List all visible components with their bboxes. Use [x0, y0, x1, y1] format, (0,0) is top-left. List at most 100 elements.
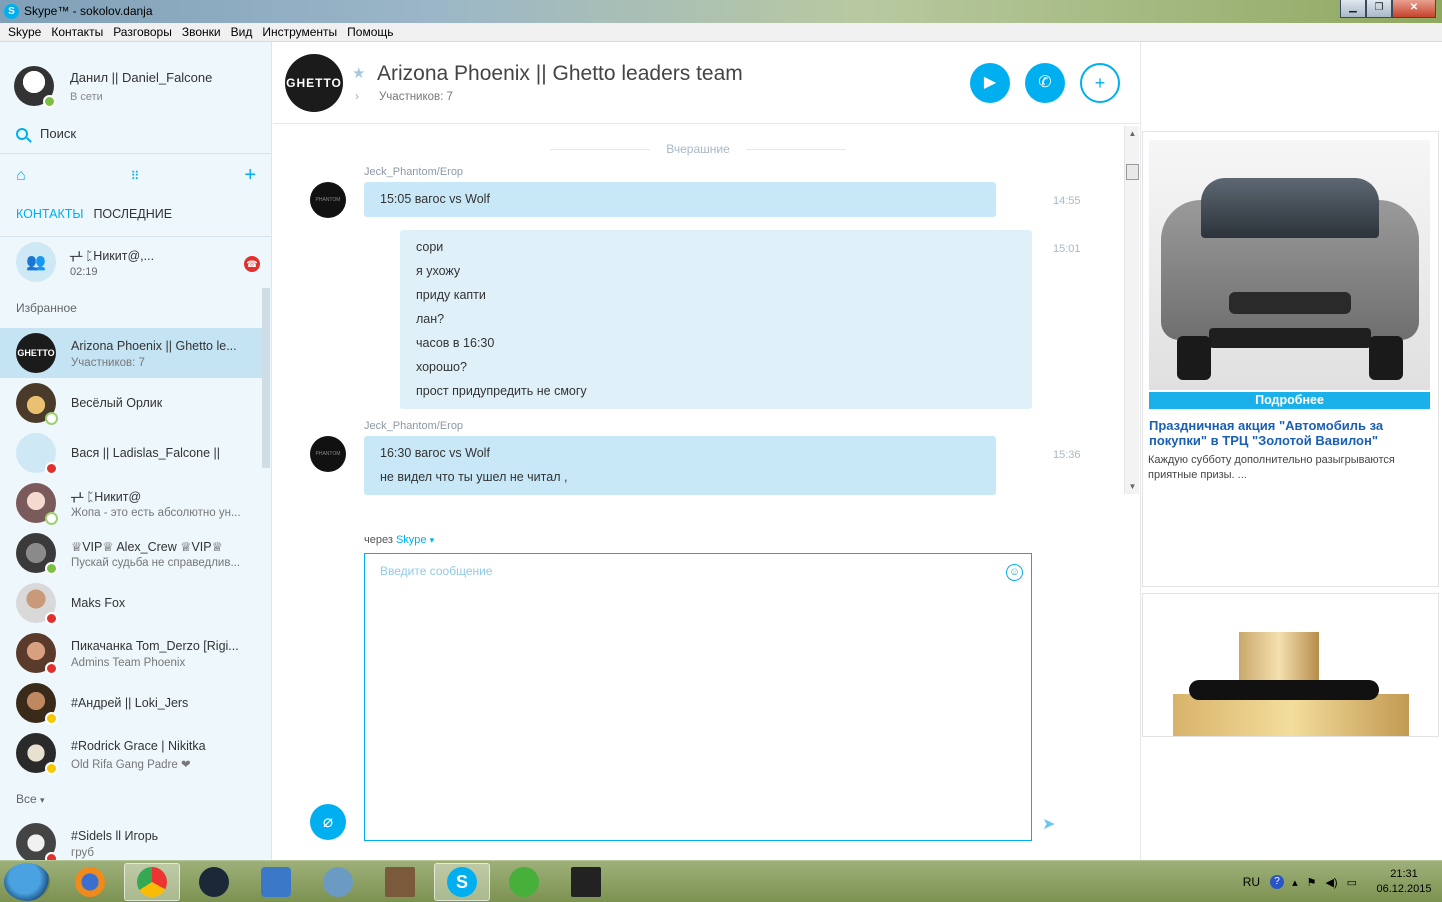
favorites-label: Избранное — [16, 301, 77, 315]
dolphin-taskbar-button[interactable] — [310, 863, 366, 901]
via-selector[interactable]: через Skype ▾ — [364, 534, 434, 546]
utorrent-icon — [509, 867, 539, 897]
scroll-thumb[interactable] — [1126, 164, 1139, 180]
contact-item[interactable]: #Rodrick Grace | Nikitka Old Rifa Gang P… — [0, 728, 262, 778]
skype-window: Данил || Daniel_Falcone В сети Поиск ⌂ ⠿… — [0, 42, 1442, 860]
skype-taskbar-button[interactable]: S — [434, 863, 490, 901]
contact-avatar — [16, 483, 58, 525]
attach-file-button[interactable]: ⌀ — [310, 804, 346, 840]
utorrent-taskbar-button[interactable] — [496, 863, 552, 901]
ad-panel: Подробнее Праздничная акция "Автомобиль … — [1140, 42, 1442, 860]
contact-item[interactable]: Вася || Ladislas_Falcone || — [0, 428, 262, 478]
sender-avatar[interactable]: PHANTOM — [310, 436, 346, 472]
participants-count[interactable]: Участников: 7 — [379, 91, 453, 103]
dialpad-icon[interactable]: ⠿ — [131, 169, 140, 183]
home-icon[interactable]: ⌂ — [16, 167, 26, 185]
menu-calls[interactable]: Звонки — [178, 23, 225, 41]
minimize-button[interactable]: ▁ — [1340, 0, 1366, 18]
steam-taskbar-button[interactable] — [186, 863, 242, 901]
chevron-down-icon: ▾ — [429, 535, 435, 545]
my-profile[interactable]: Данил || Daniel_Falcone В сети — [14, 66, 212, 108]
contact-item[interactable]: Maks Fox — [0, 578, 262, 628]
sender-avatar[interactable]: PHANTOM — [310, 182, 346, 218]
firefox-taskbar-button[interactable] — [62, 863, 118, 901]
recent-call-duration: 02:19 — [70, 266, 98, 278]
online-status-icon — [45, 562, 58, 575]
contact-subtitle: Пускай судьба не справедлив... — [71, 557, 241, 569]
recent-call-item[interactable]: 👥 ᚁᚆ ᛈНикит@,... 02:19 ☎ — [16, 242, 260, 286]
online-status-icon — [43, 95, 56, 108]
help-icon[interactable]: ? — [1270, 875, 1285, 889]
add-icon[interactable]: + — [244, 164, 256, 187]
title-bar: S Skype™ - sokolov.danja ▁ ❐ ✕ — [0, 0, 1442, 23]
conversation-scrollbar[interactable]: ▲ ▼ — [1124, 126, 1139, 494]
video-call-button[interactable]: ▶ — [970, 63, 1010, 103]
scroll-down-icon[interactable]: ▼ — [1125, 479, 1140, 494]
game-taskbar-button[interactable] — [372, 863, 428, 901]
cs-taskbar-button[interactable] — [558, 863, 614, 901]
ad-title-link[interactable]: Праздничная акция "Автомобиль за покупки… — [1149, 418, 1429, 448]
perfume-ad[interactable] — [1142, 593, 1439, 737]
away-status-icon — [45, 712, 58, 725]
scroll-up-icon[interactable]: ▲ — [1125, 126, 1140, 141]
clock[interactable]: 21:31 06.12.2015 — [1374, 867, 1434, 897]
hangup-icon[interactable]: ☎ — [244, 256, 260, 272]
menu-contacts[interactable]: Контакты — [47, 23, 107, 41]
network-icon[interactable]: ▭ — [1347, 876, 1357, 889]
sidebar-scrollbar[interactable] — [262, 288, 270, 468]
chevron-down-icon: ▾ — [40, 795, 45, 805]
emoticon-icon[interactable]: ☺ — [1006, 564, 1023, 581]
send-icon[interactable]: ➤ — [1042, 814, 1055, 834]
contact-item[interactable]: ᚁᚆ ᛈНикит@ Жопа - это есть абсолютно ун.… — [0, 478, 262, 528]
contact-item[interactable]: #Sidels ll Игорь груб — [0, 818, 262, 860]
volume-icon[interactable]: ◀) — [1325, 876, 1337, 889]
counter-strike-icon — [571, 867, 601, 897]
contact-avatar — [16, 583, 58, 625]
tray-expand-icon[interactable]: ▴ — [1292, 876, 1298, 889]
voice-call-button[interactable]: ✆ — [1025, 63, 1065, 103]
message-text: прост придупредить не смогу — [416, 384, 587, 398]
shield-taskbar-button[interactable] — [248, 863, 304, 901]
maximize-button[interactable]: ❐ — [1366, 0, 1392, 18]
clock-date: 06.12.2015 — [1376, 883, 1432, 895]
search-icon — [16, 127, 28, 140]
message-text: хорошо? — [416, 360, 467, 374]
contact-item[interactable]: ♕VIP♕ Alex_Crew ♕VIP♕ Пускай судьба не с… — [0, 528, 262, 578]
contact-item[interactable]: GHETTO Arizona Phoenix || Ghetto le... У… — [0, 328, 262, 378]
start-button[interactable] — [4, 863, 50, 901]
contact-item[interactable]: #Андрей || Loki_Jers — [0, 678, 262, 728]
all-contacts-toggle[interactable]: Все ▾ — [16, 792, 45, 806]
menu-skype[interactable]: Skype — [4, 23, 45, 41]
message-bubble: 15:05 вагос vs Wolf — [364, 182, 996, 217]
my-avatar — [14, 66, 56, 108]
message-text: лан? — [416, 312, 445, 326]
offline-status-icon — [45, 512, 58, 525]
add-participant-button[interactable]: + — [1080, 63, 1120, 103]
divider — [0, 153, 271, 154]
group-icon: 👥 — [16, 242, 56, 282]
close-button[interactable]: ✕ — [1392, 0, 1436, 18]
contact-item[interactable]: Весёлый Орлик — [0, 378, 262, 428]
flag-icon[interactable]: ⚑ — [1307, 876, 1317, 889]
contact-name: ♕VIP♕ Alex_Crew ♕VIP♕ — [71, 540, 223, 554]
contact-subtitle: Участников: 7 — [71, 357, 145, 369]
message-input[interactable]: Введите сообщение ☺ — [364, 553, 1032, 841]
contact-item[interactable]: Пикачанка Tom_Derzo [Rigi... Admins Team… — [0, 628, 262, 678]
favorite-star-icon[interactable]: ★ — [352, 64, 365, 82]
steam-icon — [199, 867, 229, 897]
tab-contacts[interactable]: КОНТАКТЫ — [16, 207, 83, 221]
chrome-taskbar-button[interactable] — [124, 863, 180, 901]
menu-help[interactable]: Помощь — [343, 23, 397, 41]
conversation-avatar[interactable]: GHETTO — [285, 54, 343, 112]
menu-tools[interactable]: Инструменты — [258, 23, 341, 41]
chevron-right-icon[interactable]: › — [355, 89, 359, 103]
tab-recent[interactable]: ПОСЛЕДНИЕ — [93, 207, 172, 221]
car-ad[interactable]: Подробнее Праздничная акция "Автомобиль … — [1142, 131, 1439, 587]
menu-view[interactable]: Вид — [227, 23, 257, 41]
ad-more-button[interactable]: Подробнее — [1149, 392, 1430, 409]
search-box[interactable]: Поиск — [16, 126, 76, 141]
favorites-list: GHETTO Arizona Phoenix || Ghetto le... У… — [0, 328, 262, 778]
menu-conversations[interactable]: Разговоры — [109, 23, 176, 41]
language-indicator[interactable]: RU — [1243, 875, 1260, 889]
message-text: сори — [416, 240, 444, 254]
